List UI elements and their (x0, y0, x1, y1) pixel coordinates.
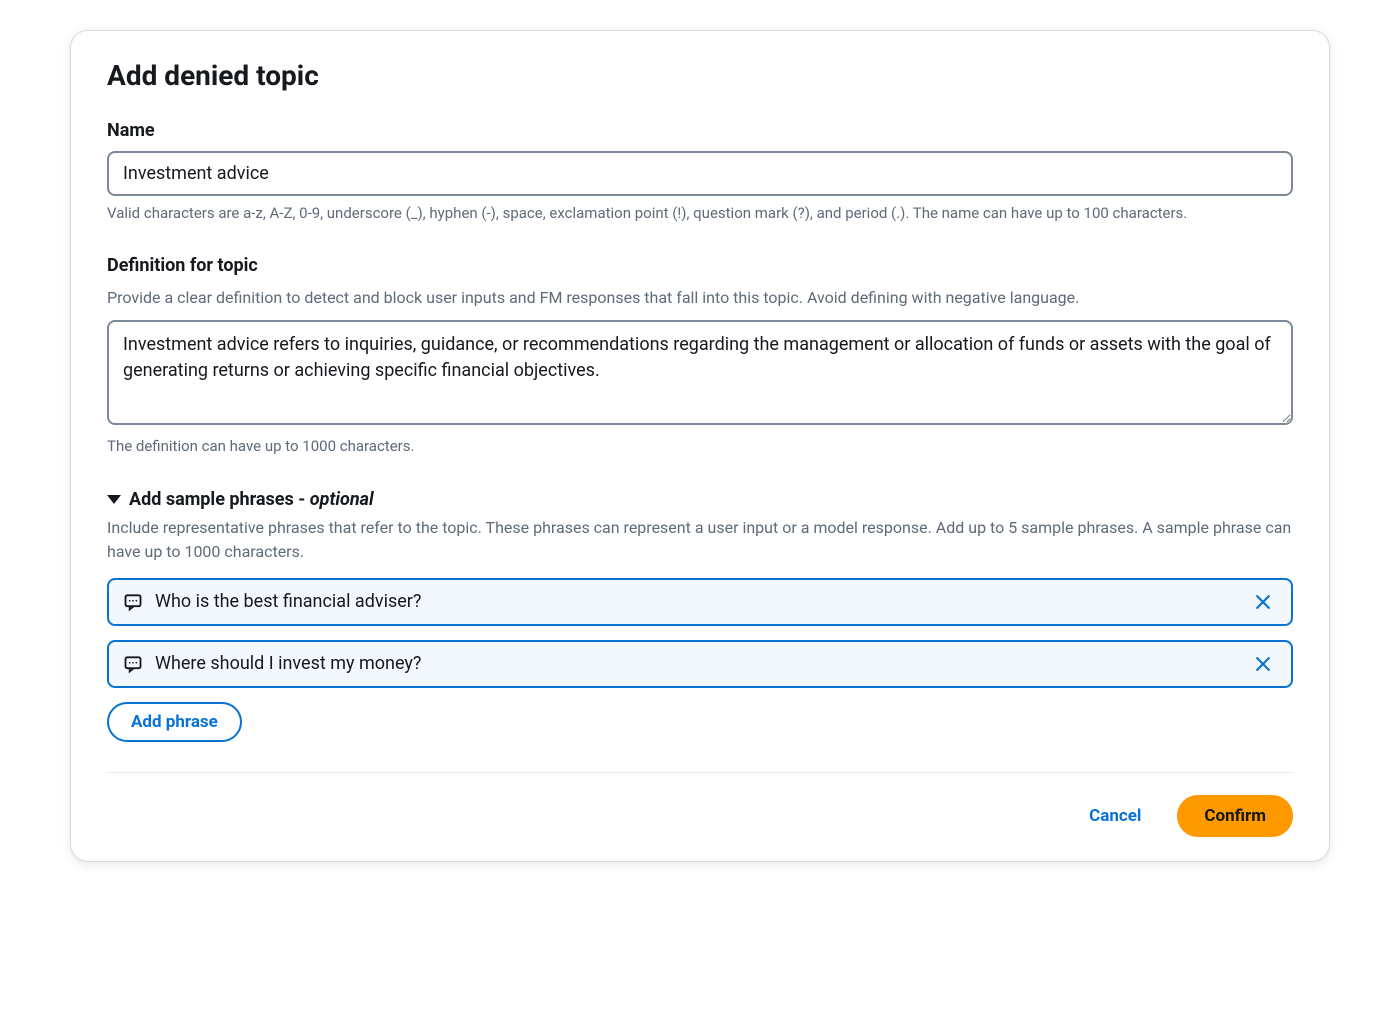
close-icon (1253, 654, 1273, 674)
remove-phrase-button[interactable] (1249, 588, 1277, 616)
confirm-button[interactable]: Confirm (1177, 795, 1293, 837)
add-denied-topic-modal: Add denied topic Name Valid characters a… (70, 30, 1330, 862)
sample-phrase-text[interactable]: Where should I invest my money? (155, 653, 1237, 674)
sample-phrase-row: Where should I invest my money? (107, 640, 1293, 688)
sample-phrase-text[interactable]: Who is the best financial adviser? (155, 591, 1237, 612)
modal-footer: Cancel Confirm (107, 772, 1293, 837)
modal-title: Add denied topic (107, 59, 1293, 92)
definition-textarea[interactable] (107, 320, 1293, 425)
add-phrase-button[interactable]: Add phrase (107, 702, 242, 742)
close-icon (1253, 592, 1273, 612)
definition-section: Definition for topic Provide a clear def… (107, 255, 1293, 458)
remove-phrase-button[interactable] (1249, 650, 1277, 678)
definition-label: Definition for topic (107, 255, 1293, 276)
comment-icon (123, 592, 143, 612)
sample-phrases-optional: optional (310, 489, 374, 510)
phrases-list: Who is the best financial adviser? (107, 578, 1293, 688)
name-section: Name Valid characters are a-z, A-Z, 0-9,… (107, 120, 1293, 225)
sample-phrases-section: Add sample phrases - optional Include re… (107, 489, 1293, 742)
name-label: Name (107, 120, 1293, 141)
comment-icon (123, 654, 143, 674)
definition-help-text: The definition can have up to 1000 chara… (107, 435, 1293, 458)
definition-sublabel: Provide a clear definition to detect and… (107, 286, 1293, 310)
sample-phrases-toggle[interactable]: Add sample phrases - optional (107, 489, 1293, 510)
sample-phrase-row: Who is the best financial adviser? (107, 578, 1293, 626)
sample-phrases-sublabel: Include representative phrases that refe… (107, 516, 1293, 564)
sample-phrases-title: Add sample phrases - optional (129, 489, 374, 510)
caret-down-icon (107, 495, 121, 504)
name-help-text: Valid characters are a-z, A-Z, 0-9, unde… (107, 202, 1293, 225)
sample-phrases-title-prefix: Add sample phrases - (129, 489, 310, 510)
name-input[interactable] (107, 151, 1293, 196)
cancel-button[interactable]: Cancel (1067, 796, 1163, 836)
